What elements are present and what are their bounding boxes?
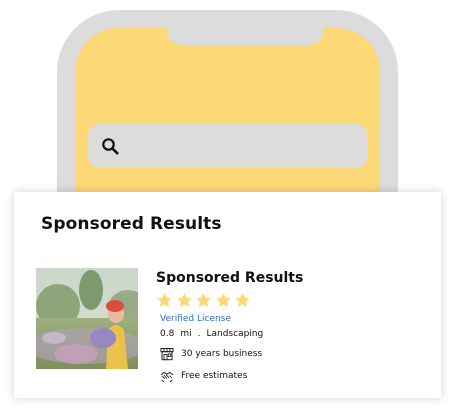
verified-license-link[interactable]: Verified License	[160, 314, 426, 324]
category-label: Landscaping	[206, 329, 264, 339]
listing-title[interactable]: Sponsored Results	[156, 270, 426, 286]
listing-info: Sponsored Results Verified License 0.8 m…	[156, 270, 426, 383]
distance-category-row: 0.8 mi . Landscaping	[160, 327, 426, 341]
star-icon	[235, 293, 250, 307]
card-title: Sponsored Results	[41, 214, 222, 234]
listing-photo[interactable]	[36, 268, 138, 369]
storefront-icon	[160, 347, 174, 360]
sponsored-results-card: Sponsored Results Sponsored Results Veri…	[14, 192, 441, 398]
star-icon	[196, 293, 211, 307]
separator: .	[197, 329, 201, 339]
star-icon	[157, 293, 172, 307]
star-icon	[215, 293, 231, 307]
distance-value: 0.8	[160, 329, 175, 339]
feature-label: 30 years business	[181, 348, 263, 359]
distance-unit: mi	[180, 329, 192, 339]
star-icon	[176, 293, 192, 307]
search-icon	[102, 138, 119, 155]
handshake-icon	[160, 371, 174, 382]
feature-row: Free estimates	[160, 368, 426, 383]
feature-label: Free estimates	[181, 370, 248, 381]
rating-stars	[156, 292, 426, 310]
feature-row: 30 years business	[160, 346, 426, 361]
search-bar[interactable]	[88, 124, 368, 168]
phone-notch	[167, 28, 323, 45]
